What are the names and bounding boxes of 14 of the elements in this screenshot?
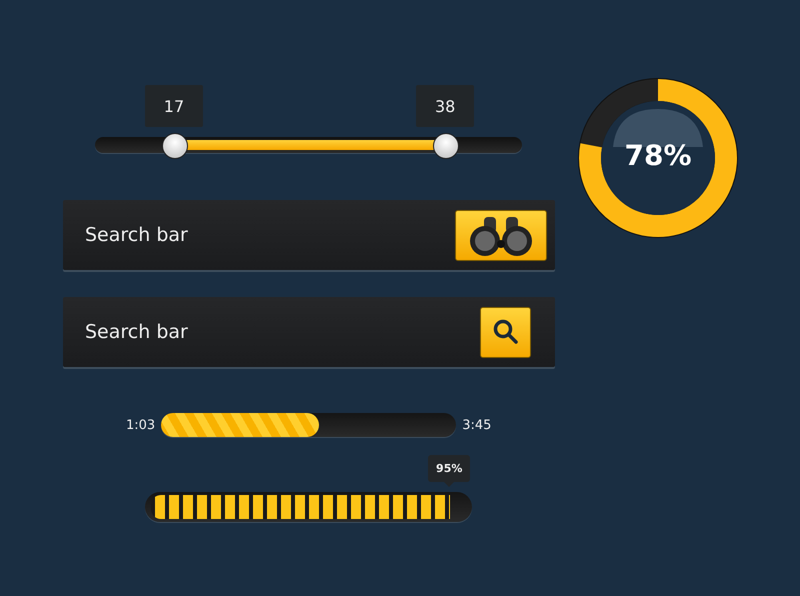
total-time: 3:45 [462, 418, 492, 432]
percent-tooltip: 95% [428, 455, 470, 482]
search-field[interactable]: Search bar [63, 200, 555, 270]
slider-handle[interactable] [162, 133, 188, 159]
search-input[interactable]: Search bar [83, 320, 480, 344]
search-button[interactable] [480, 306, 531, 358]
value-label: 17 [144, 85, 203, 127]
search-button[interactable] [455, 210, 547, 260]
slider-handle[interactable] [433, 133, 460, 159]
search-input[interactable]: Search bar [83, 223, 455, 247]
value-label: 38 [416, 85, 474, 127]
elapsed-time: 1:03 [126, 418, 156, 432]
percent-label: 78% [623, 139, 693, 172]
search-field[interactable]: Search bar [63, 297, 555, 367]
